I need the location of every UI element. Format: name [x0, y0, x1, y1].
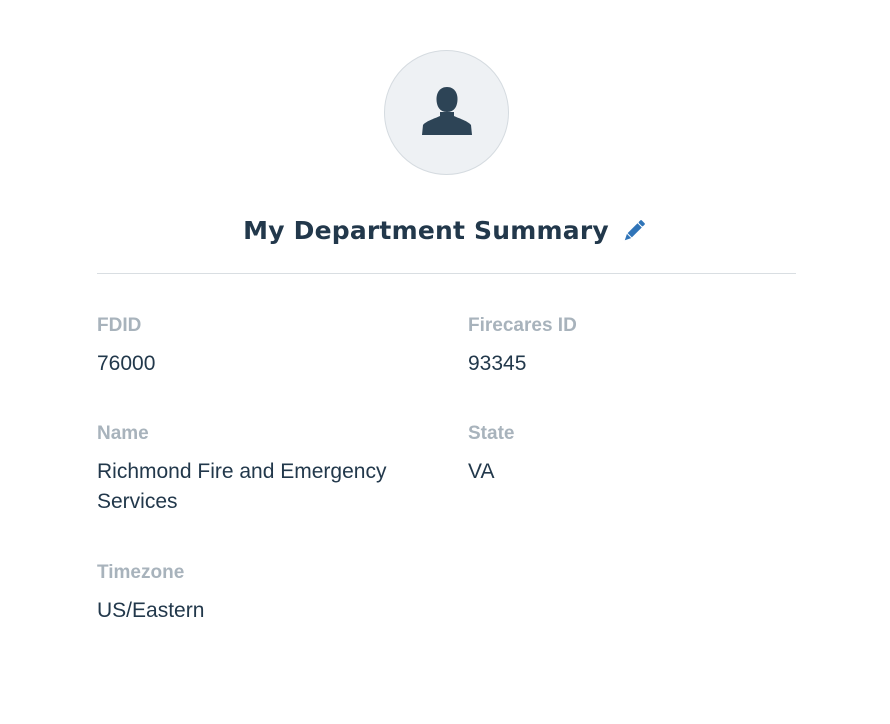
timezone-value: US/Eastern — [97, 599, 205, 622]
user-silhouette-icon — [421, 86, 472, 135]
firecares-id-value: 93345 — [468, 352, 527, 375]
fdid-label: FDID — [97, 315, 142, 336]
fdid-value: 76000 — [97, 352, 156, 375]
title-row: My Department Summary — [0, 208, 890, 252]
department-avatar — [384, 50, 509, 175]
firecares-id-label: Firecares ID — [468, 315, 577, 336]
section-divider — [97, 273, 796, 274]
state-label: State — [468, 423, 515, 444]
page-title: My Department Summary — [243, 215, 609, 245]
timezone-label: Timezone — [97, 562, 185, 583]
timezone-field: Timezone US/Eastern — [97, 561, 427, 626]
name-field: Name Richmond Fire and Emergency Service… — [97, 422, 427, 517]
pencil-icon[interactable] — [621, 218, 647, 244]
name-label: Name — [97, 423, 149, 444]
firecares-id-field: Firecares ID 93345 — [468, 314, 798, 379]
state-field: State VA — [468, 422, 798, 487]
state-value: VA — [468, 460, 495, 483]
fdid-field: FDID 76000 — [97, 314, 427, 379]
name-value: Richmond Fire and Emergency Services — [97, 460, 387, 513]
